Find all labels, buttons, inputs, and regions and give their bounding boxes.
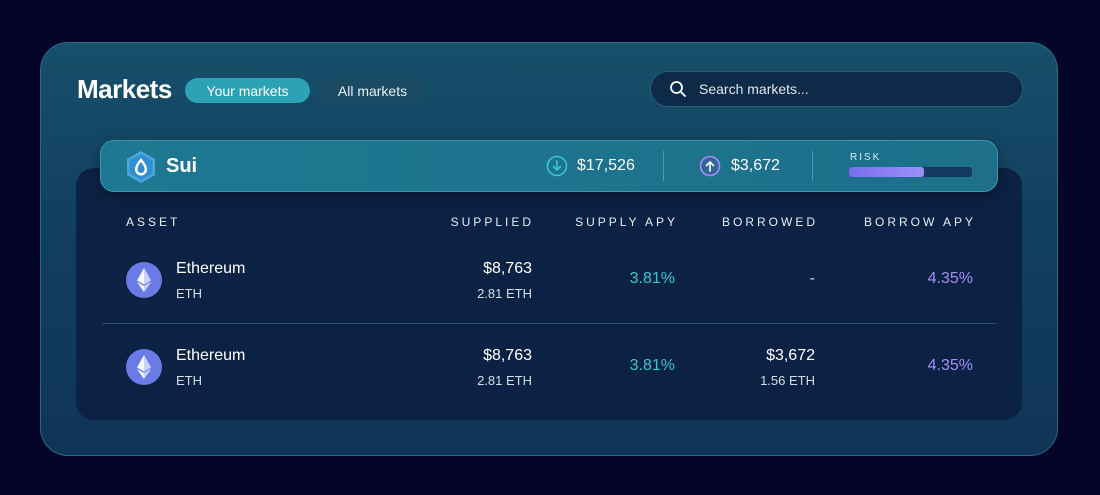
row-divider <box>102 323 997 324</box>
page-title: Markets <box>77 74 172 104</box>
stat-divider <box>812 151 813 181</box>
tab-all-markets[interactable]: All markets <box>320 78 425 103</box>
column-header-asset: ASSET <box>126 215 181 229</box>
market-borrowed-total: $3,672 <box>731 157 780 174</box>
market-supplied-total: $17,526 <box>577 157 635 174</box>
supplied-amount: 2.81 ETH <box>477 286 532 301</box>
arrow-up-circle-icon <box>699 155 721 177</box>
borrowed-usd: $3,672 <box>766 347 815 364</box>
search-input[interactable] <box>699 81 999 97</box>
search-icon <box>670 81 686 97</box>
ethereum-icon <box>126 349 162 385</box>
risk-label: RISK <box>850 152 882 163</box>
risk-bar <box>849 167 972 177</box>
market-name: Sui <box>166 155 198 177</box>
asset-symbol: ETH <box>176 286 202 301</box>
supply-apy: 3.81% <box>629 357 675 374</box>
ethereum-icon <box>126 262 162 298</box>
borrowed-usd: - <box>809 270 815 287</box>
supplied-amount: 2.81 ETH <box>477 373 532 388</box>
asset-symbol: ETH <box>176 373 202 388</box>
supplied-usd: $8,763 <box>483 260 532 277</box>
borrowed-amount: 1.56 ETH <box>760 373 815 388</box>
markets-table-panel <box>76 168 1022 420</box>
stat-divider <box>663 151 664 181</box>
supply-apy: 3.81% <box>629 270 675 287</box>
supplied-usd: $8,763 <box>483 347 532 364</box>
column-header-borrowed: BORROWED <box>722 215 818 229</box>
risk-bar-fill <box>849 167 925 177</box>
borrow-apy: 4.35% <box>927 270 973 287</box>
tab-your-markets[interactable]: Your markets <box>185 78 310 103</box>
sui-drop-icon <box>127 151 155 183</box>
asset-name: Ethereum <box>176 260 246 277</box>
column-header-borrow-apy: BORROW APY <box>863 215 976 229</box>
search-box[interactable] <box>650 71 1023 107</box>
arrow-down-circle-icon <box>546 155 568 177</box>
column-header-supply-apy: SUPPLY APY <box>575 215 678 229</box>
borrow-apy: 4.35% <box>927 357 973 374</box>
column-header-supplied: SUPPLIED <box>450 215 534 229</box>
asset-name: Ethereum <box>176 347 246 364</box>
